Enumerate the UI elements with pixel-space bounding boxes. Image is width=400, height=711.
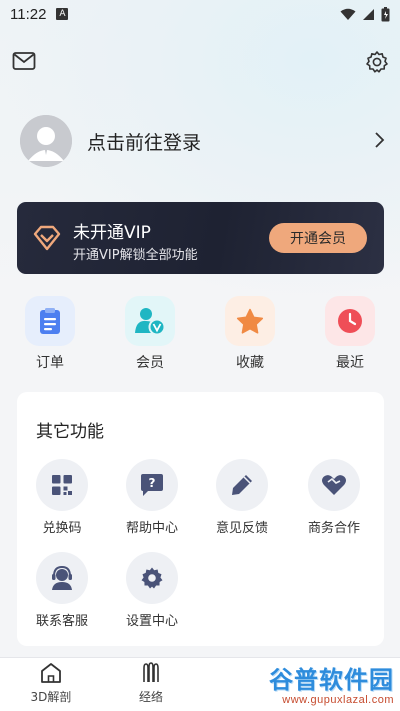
quick-action-label: 最近 xyxy=(336,355,364,371)
member-badge-icon[interactable] xyxy=(125,296,175,346)
login-row[interactable]: 点击前往登录 xyxy=(20,114,388,168)
nav-3d-anatomy[interactable]: 3D解剖 xyxy=(16,662,86,705)
func-label: 设置中心 xyxy=(125,614,178,629)
section-title: 其它功能 xyxy=(36,422,104,442)
order-clipboard-icon[interactable] xyxy=(25,296,75,346)
func-label: 兑换码 xyxy=(42,521,82,536)
signal-icon xyxy=(363,8,374,20)
notification-icon: A xyxy=(56,8,69,20)
quick-action-favorites[interactable]: 收藏 xyxy=(215,296,285,372)
mail-icon[interactable] xyxy=(12,50,36,72)
avatar[interactable] xyxy=(20,115,72,167)
vip-subtitle: 开通VIP解锁全部功能 xyxy=(73,248,198,263)
quick-action-label: 会员 xyxy=(136,355,164,371)
status-bar: 11:22 A xyxy=(0,0,400,28)
nav-label: 经络 xyxy=(138,690,163,704)
watermark-url: www.gupuxlazal.com xyxy=(282,694,394,706)
nav-meridian[interactable]: 经络 xyxy=(116,662,186,705)
func-settings-center[interactable]: 设置中心 xyxy=(107,552,197,629)
quick-action-label: 订单 xyxy=(36,355,64,371)
help-chat-icon[interactable]: ? xyxy=(126,459,178,511)
watermark: 谷普软件园 www.gupuxlazal.com xyxy=(214,662,400,711)
vip-card[interactable]: 未开通VIP 开通VIP解锁全部功能 开通会员 xyxy=(17,202,384,274)
watermark-title: 谷普软件园 xyxy=(269,666,394,694)
quick-actions: 订单 会员 收藏 最近 xyxy=(0,296,400,376)
nav-label: 3D解剖 xyxy=(30,690,72,704)
func-label: 帮助中心 xyxy=(125,521,178,536)
func-feedback[interactable]: 意见反馈 xyxy=(197,459,287,536)
quick-action-recent[interactable]: 最近 xyxy=(315,296,385,372)
battery-icon xyxy=(381,6,390,21)
login-prompt[interactable]: 点击前往登录 xyxy=(87,128,201,155)
status-time: 11:22 xyxy=(10,5,47,23)
customer-service-icon[interactable] xyxy=(36,552,88,604)
wifi-icon xyxy=(340,8,356,20)
redeem-code-icon[interactable] xyxy=(36,459,88,511)
func-label: 意见反馈 xyxy=(215,521,268,536)
open-membership-button[interactable]: 开通会员 xyxy=(269,223,367,253)
gear-icon[interactable] xyxy=(364,49,390,75)
quick-action-member[interactable]: 会员 xyxy=(115,296,185,372)
func-label: 商务合作 xyxy=(307,521,360,536)
star-icon[interactable] xyxy=(225,296,275,346)
meridian-icon xyxy=(143,662,159,682)
func-help-center[interactable]: ? 帮助中心 xyxy=(107,459,197,536)
svg-text:?: ? xyxy=(149,476,156,490)
chevron-right-icon[interactable] xyxy=(372,130,386,150)
gear-icon[interactable] xyxy=(126,552,178,604)
quick-action-orders[interactable]: 订单 xyxy=(15,296,85,372)
feedback-pencil-icon[interactable] xyxy=(216,459,268,511)
clock-icon[interactable] xyxy=(325,296,375,346)
status-icons xyxy=(340,6,390,22)
func-redeem-code[interactable]: 兑换码 xyxy=(17,459,107,536)
diamond-icon xyxy=(33,225,61,251)
handshake-heart-icon[interactable] xyxy=(308,459,360,511)
vip-title: 未开通VIP xyxy=(73,223,151,243)
func-customer-service[interactable]: 联系客服 xyxy=(17,552,107,629)
other-functions-card: 其它功能 兑换码 ? 帮助中心 意见反馈 商务合作 联系客服 设置中心 xyxy=(17,392,384,646)
func-label: 联系客服 xyxy=(35,614,88,629)
func-business-cooperation[interactable]: 商务合作 xyxy=(289,459,379,536)
quick-action-label: 收藏 xyxy=(236,355,264,371)
home-icon xyxy=(41,663,61,683)
